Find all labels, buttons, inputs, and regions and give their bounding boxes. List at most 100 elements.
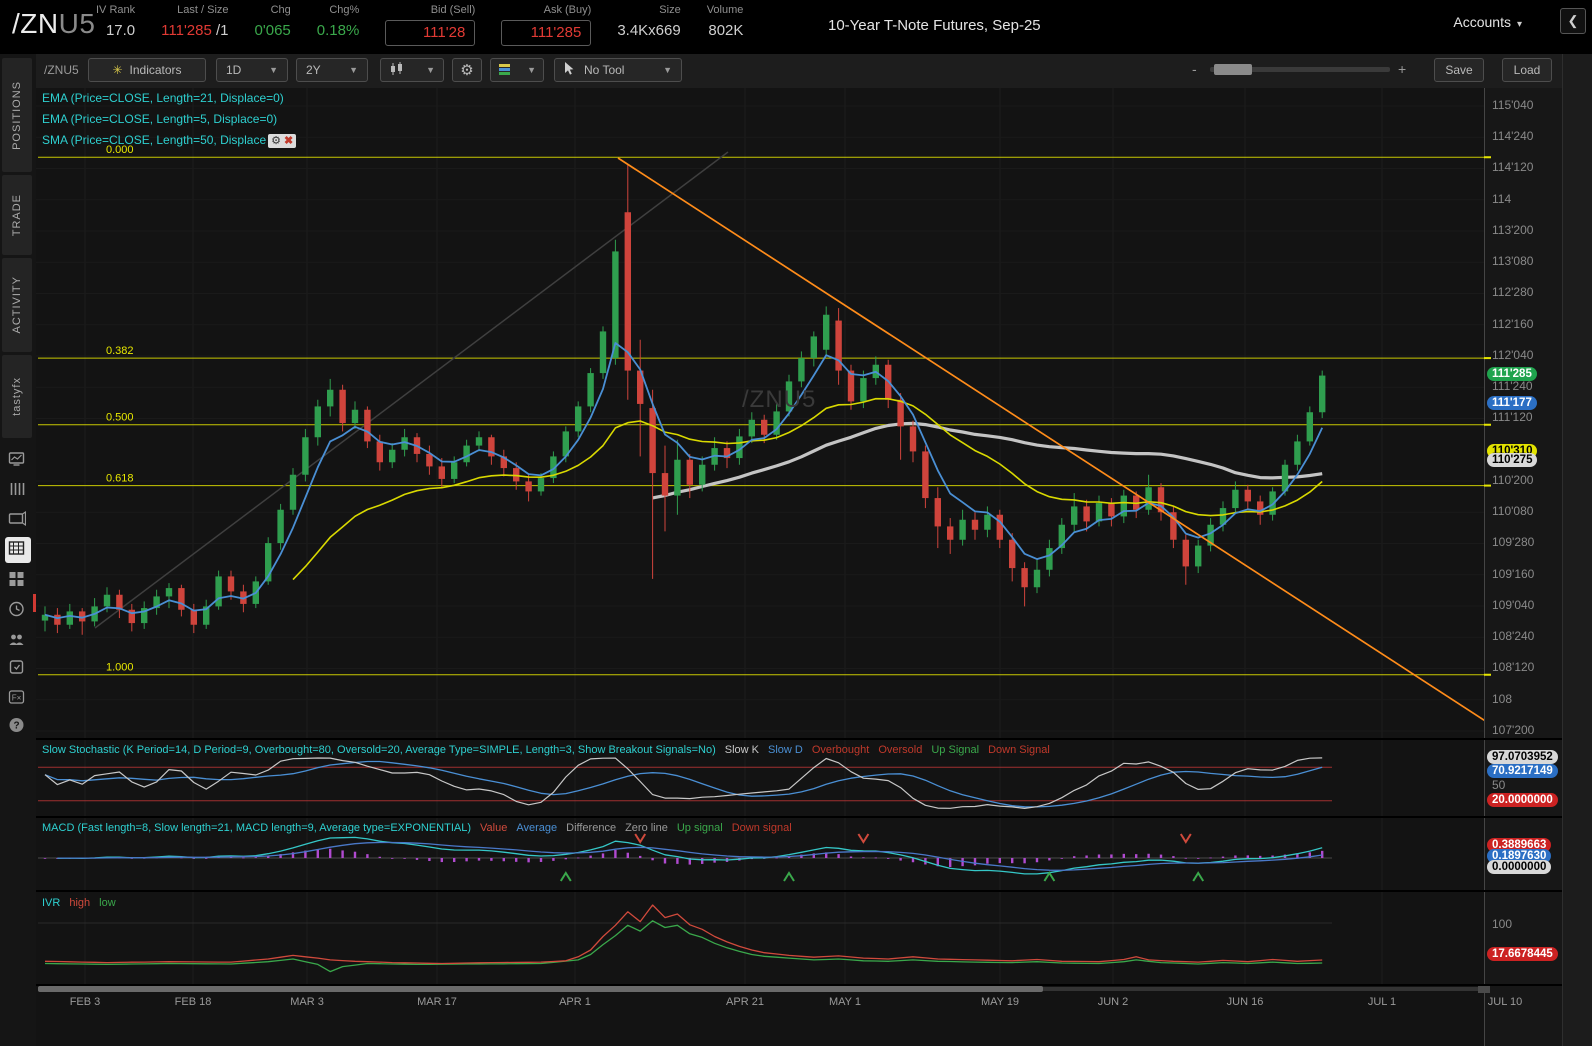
- legend-item: Slow K: [724, 744, 759, 756]
- fib-level-label: 0.500: [106, 412, 134, 424]
- stoch-value-badge: 70.9217149: [1487, 764, 1558, 778]
- slow-d-line: [44, 760, 1323, 808]
- panel-separator: [36, 984, 1562, 986]
- x-axis-label: MAY 19: [980, 996, 1020, 1008]
- price-tick-label: 109'160: [1492, 566, 1535, 581]
- stoch-value-badge: 97.0703952: [1487, 750, 1558, 764]
- up-signal-arrow: [1043, 871, 1056, 882]
- indicator-legend-row[interactable]: EMA (Price=CLOSE, Length=5, Displace=0): [42, 109, 296, 130]
- macd-value-line: [57, 836, 1323, 875]
- price-tick-label: 112'280: [1492, 285, 1534, 300]
- price-badge: 111'177: [1487, 395, 1537, 410]
- x-axis-label: JUN 16: [1226, 996, 1264, 1008]
- up-signal-arrow: [559, 871, 572, 882]
- x-axis-label: MAY 1: [829, 996, 861, 1008]
- time-scrollbar-handle[interactable]: [38, 986, 1043, 992]
- close-icon[interactable]: ✖: [284, 135, 293, 147]
- price-tick-label: 109'040: [1492, 597, 1535, 612]
- legend-item: Down Signal: [988, 744, 1050, 756]
- legend-item: Down signal: [731, 822, 792, 834]
- price-tick-label: 109'280: [1492, 535, 1535, 550]
- legend-item: high: [69, 897, 91, 909]
- candles-layer: [41, 164, 1326, 635]
- legend-item: Difference: [566, 822, 617, 834]
- gear-icon[interactable]: ⚙: [271, 135, 281, 147]
- legend-item: Average: [516, 822, 558, 834]
- ivr-value-badge: 17.6678445: [1487, 947, 1558, 961]
- down-signal-arrow: [634, 833, 647, 844]
- legend-item: Value: [480, 822, 508, 834]
- x-axis-label: APR 21: [726, 996, 764, 1008]
- indicator-legend-row[interactable]: EMA (Price=CLOSE, Length=21, Displace=0): [42, 88, 296, 109]
- ema21-line: [292, 397, 1323, 581]
- ivr-high-line: [44, 904, 1323, 965]
- up-signal-arrow: [783, 871, 795, 882]
- panel-title[interactable]: MACD (Fast length=8, Slow length=21, MAC…: [42, 822, 471, 834]
- legend-item: Slow D: [768, 744, 803, 756]
- fib-level-label: 1.000: [106, 662, 134, 674]
- price-tick-label: 114'240: [1492, 129, 1534, 144]
- fib-level-label: 0.618: [106, 473, 134, 485]
- price-tick-label: 114'120: [1492, 160, 1534, 175]
- price-tick-label: 110'080: [1492, 504, 1534, 519]
- down-signal-arrow: [1179, 833, 1192, 844]
- legend-item: low: [99, 897, 116, 909]
- x-axis-label: MAR 3: [290, 996, 324, 1008]
- macd-panel-label: MACD (Fast length=8, Slow length=21, MAC…: [42, 822, 792, 834]
- price-tick-label: 108: [1492, 691, 1513, 706]
- ivr-panel-layer: [38, 904, 1332, 973]
- macd-panel-layer: [38, 833, 1332, 882]
- price-tick-label: 107'200: [1492, 722, 1535, 737]
- indicator-edit-remove-buttons[interactable]: ⚙ ✖: [268, 133, 297, 148]
- legend-item: Oversold: [878, 744, 923, 756]
- chart-watermark: /ZNU5: [742, 386, 817, 413]
- legend-item: Up Signal: [931, 744, 980, 756]
- legend-item: Overbought: [811, 744, 870, 756]
- price-tick-label: 112'160: [1492, 316, 1534, 331]
- panel-title[interactable]: IVR: [42, 897, 60, 909]
- fib-level-label: 0.382: [106, 345, 134, 357]
- panel-separator: [36, 890, 1562, 892]
- price-tick-label: 115'040: [1492, 98, 1534, 112]
- trading-platform-window: /ZNU5 IV Rank 17.0 Last / Size 111'285 /1 Ch…: [0, 0, 1592, 1046]
- price-badge: 110'275: [1487, 453, 1538, 468]
- stoch-value-badge: 50: [1492, 778, 1506, 792]
- down-signal-arrow: [857, 833, 870, 844]
- price-tick-label: 113'200: [1492, 222, 1534, 237]
- legend-item: Up signal: [676, 822, 723, 834]
- x-axis-label: APR 1: [559, 996, 591, 1008]
- indicator-legend-row[interactable]: SMA (Price=CLOSE, Length=50, Displace ⚙ ✖: [42, 130, 297, 151]
- x-axis-label: JUL 10: [1487, 996, 1523, 1008]
- indicator-legend: EMA (Price=CLOSE, Length=21, Displace=0)…: [42, 88, 297, 151]
- panel-separator: [36, 738, 1562, 740]
- ascending-trendline: [94, 151, 729, 629]
- x-axis-label: FEB 18: [174, 996, 212, 1008]
- ivr-low-line: [44, 920, 1323, 973]
- macd-average-line: [57, 841, 1323, 871]
- price-tick-label: 114: [1492, 191, 1512, 206]
- stochastic-panel-label: Slow Stochastic (K Period=14, D Period=9…: [42, 744, 1050, 756]
- x-axis-label: JUN 2: [1097, 996, 1129, 1008]
- main-chart-layer: 0.0000.3820.5000.6181.000: [36, 88, 1484, 984]
- stoch-value-badge: 20.0000000: [1487, 793, 1558, 807]
- up-signal-arrow: [1192, 871, 1205, 882]
- price-tick-label: 108'120: [1492, 660, 1535, 675]
- x-axis-label: JUL 1: [1367, 996, 1397, 1008]
- price-tick-label: 112'040: [1492, 347, 1534, 362]
- x-axis-label: FEB 3: [69, 996, 101, 1008]
- ivr-panel-label: IVR high low: [42, 897, 116, 909]
- scrollbar-end-cap: [1478, 985, 1490, 993]
- price-badge: 111'285: [1487, 367, 1537, 382]
- macd-value-badge: 0.0000000: [1487, 860, 1552, 874]
- panel-title[interactable]: Slow Stochastic (K Period=14, D Period=9…: [42, 744, 716, 756]
- price-tick-label: 111'240: [1492, 379, 1533, 394]
- price-tick-label: 111'120: [1492, 410, 1533, 425]
- stochastic-panel-layer: [38, 757, 1332, 810]
- price-tick-label: 113'080: [1492, 254, 1534, 269]
- price-tick-label: 110'200: [1492, 472, 1534, 487]
- price-tick-label: 108'240: [1492, 629, 1535, 644]
- legend-item: Zero line: [625, 822, 668, 834]
- ivr-value-badge: 100: [1492, 917, 1513, 931]
- panel-separator: [36, 816, 1562, 818]
- x-axis-label: MAR 17: [417, 996, 457, 1008]
